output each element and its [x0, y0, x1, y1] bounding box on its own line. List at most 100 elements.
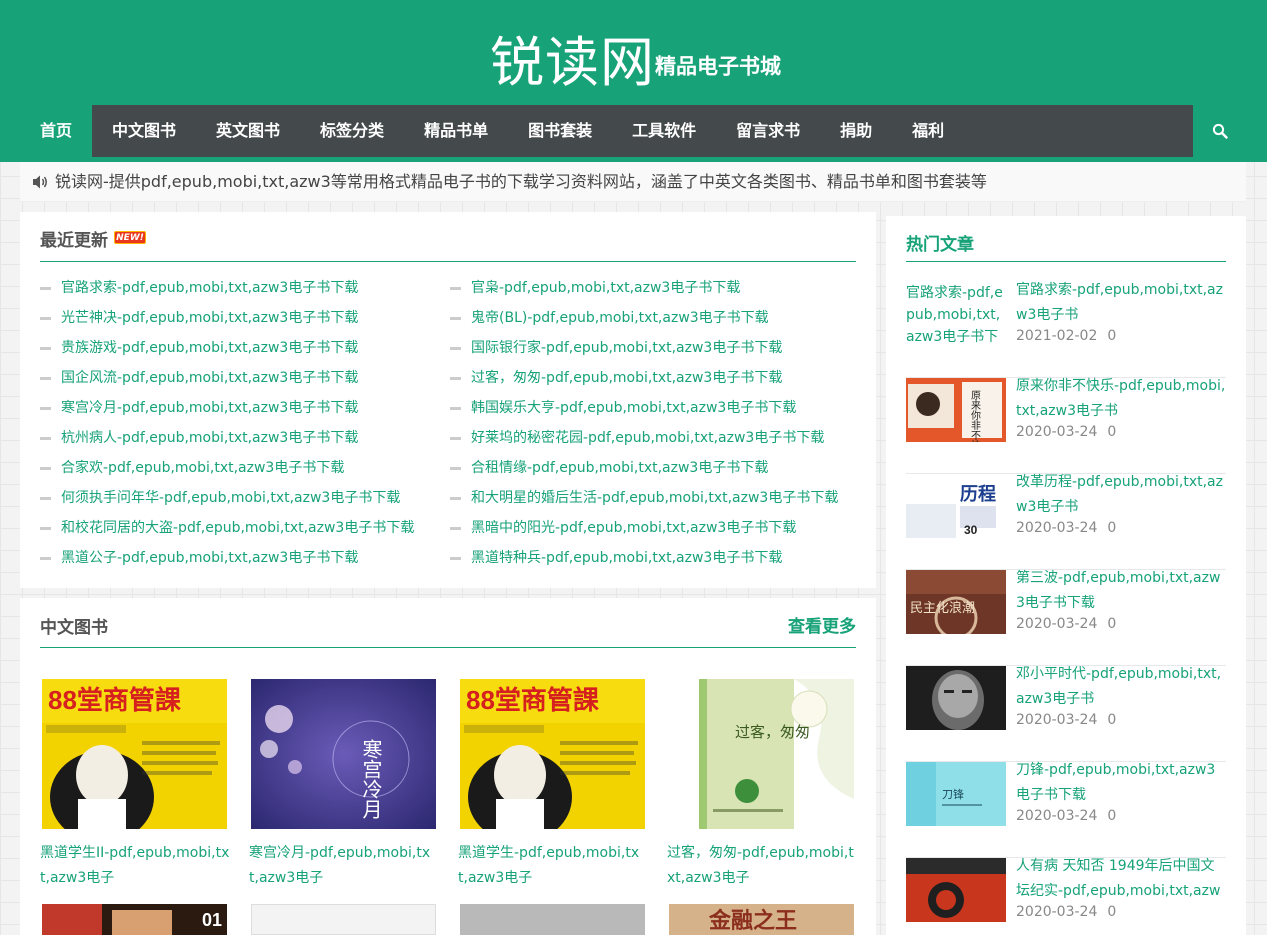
hot-article-date: 2020-03-24 [1016, 904, 1098, 920]
latest-item-link[interactable]: 杭州病人-pdf,epub,mobi,txt,azw3电子书下载 [61, 430, 358, 446]
latest-item-link[interactable]: 国际银行家-pdf,epub,mobi,txt,azw3电子书下载 [471, 340, 782, 356]
nav-item-tools[interactable]: 工具软件 [612, 105, 716, 157]
latest-item-link[interactable]: 何须执手问年华-pdf,epub,mobi,txt,azw3电子书下载 [61, 490, 400, 506]
book-cover-title: 过客，匆匆 [735, 723, 810, 741]
book-cover-title: 金融之王 [708, 908, 797, 934]
hot-article-item[interactable]: 原来你非不快乐 原来你非不快乐-pdf,epub,mobi,txt,azw3电子… [906, 378, 1226, 474]
latest-item-link[interactable]: 国企风流-pdf,epub,mobi,txt,azw3电子书下载 [61, 370, 358, 386]
latest-item-link[interactable]: 黑道特种兵-pdf,epub,mobi,txt,azw3电子书下载 [471, 550, 782, 566]
latest-item-link[interactable]: 鬼帝(BL)-pdf,epub,mobi,txt,azw3电子书下载 [471, 310, 769, 326]
list-bullet-dash [450, 497, 461, 500]
nav-item-tags[interactable]: 标签分类 [300, 105, 404, 157]
hot-article-item[interactable]: 邓小平时代-pdf,epub,mobi,txt,azw3电子书 2020-03-… [906, 666, 1226, 762]
hot-article-thumbnail[interactable]: 刀锋 [906, 762, 1006, 826]
hot-articles-title: 热门文章 [906, 235, 974, 255]
latest-list-item: 官路求索-pdf,epub,mobi,txt,azw3电子书下载 [40, 273, 450, 303]
book-cover[interactable] [251, 904, 436, 935]
latest-item-link[interactable]: 光芒神决-pdf,epub,mobi,txt,azw3电子书下载 [61, 310, 358, 326]
hot-article-title[interactable]: 人有病 天知否 1949年后中国文坛纪实-pdf,epub,mobi,txt,a… [1016, 854, 1228, 904]
hot-article-date: 2020-03-24 [1016, 520, 1098, 536]
latest-updates-panel: 最近更新 NEW! 官路求索-pdf,epub,mobi,txt,azw3电子书… [20, 212, 876, 588]
hot-article-count: 0 [1107, 616, 1117, 632]
hot-thumb-text: 原来你非不快乐 [969, 390, 981, 442]
nav-item-donate[interactable]: 捐助 [820, 105, 892, 157]
hot-article-item[interactable]: 历程 30 改革历程-pdf,epub,mobi,txt,azw3电子书 202… [906, 474, 1226, 570]
book-cover[interactable]: 01 [42, 904, 227, 935]
hot-article-thumbnail[interactable]: 历程 30 [906, 474, 1006, 538]
hot-article-title[interactable]: 官路求索-pdf,epub,mobi,txt,azw3电子书 [1016, 278, 1228, 328]
hot-articles-header: 热门文章 [906, 216, 1226, 262]
latest-item-link[interactable]: 韩国娱乐大亨-pdf,epub,mobi,txt,azw3电子书下载 [471, 400, 796, 416]
latest-list-item: 过客，匆匆-pdf,epub,mobi,txt,azw3电子书下载 [450, 363, 860, 393]
latest-item-link[interactable]: 合租情缘-pdf,epub,mobi,txt,azw3电子书下载 [471, 460, 768, 476]
hot-article-thumbnail[interactable]: 官路求索-pdf,epub,mobi,txt,azw3电子书下载 [906, 282, 1006, 346]
nav-item-welfare[interactable]: 福利 [892, 105, 964, 157]
hot-article-item[interactable]: 刀锋 刀锋-pdf,epub,mobi,txt,azw3电子书下载 2020-0… [906, 762, 1226, 858]
view-more-link[interactable]: 查看更多 [788, 612, 856, 637]
nav-item-booklists[interactable]: 精品书单 [404, 105, 508, 157]
hot-article-meta: 2020-03-24 0 [1016, 616, 1116, 632]
announcement-text: 锐读网-提供pdf,epub,mobi,txt,azw3等常用格式精品电子书的下… [55, 172, 987, 191]
hot-article-date: 2020-03-24 [1016, 424, 1098, 440]
book-cover[interactable]: 金融之王 [669, 904, 854, 935]
latest-list-item: 寒宫冷月-pdf,epub,mobi,txt,azw3电子书下载 [40, 393, 450, 423]
hot-article-title[interactable]: 原来你非不快乐-pdf,epub,mobi,txt,azw3电子书 [1016, 374, 1228, 424]
list-bullet-dash [450, 467, 461, 470]
latest-item-link[interactable]: 过客，匆匆-pdf,epub,mobi,txt,azw3电子书下载 [471, 370, 782, 386]
hot-article-count: 0 [1107, 328, 1117, 344]
latest-item-link[interactable]: 寒宫冷月-pdf,epub,mobi,txt,azw3电子书下载 [61, 400, 358, 416]
latest-item-link[interactable]: 合家欢-pdf,epub,mobi,txt,azw3电子书下载 [61, 460, 344, 476]
hot-article-item[interactable]: 民主化浪潮 第三波-pdf,epub,mobi,txt,azw3电子书下载 20… [906, 570, 1226, 666]
hot-article-thumbnail[interactable]: 原来你非不快乐 [906, 378, 1006, 442]
site-header: 锐读网精品电子书城 [0, 0, 1267, 105]
book-title[interactable]: 黑道学生II-pdf,epub,mobi,txt,azw3电子 [40, 841, 230, 891]
book-cover[interactable] [460, 904, 645, 935]
hot-article-thumbnail[interactable] [906, 666, 1006, 730]
latest-item-link[interactable]: 黑道公子-pdf,epub,mobi,txt,azw3电子书下载 [61, 550, 358, 566]
nav-item-home[interactable]: 首页 [20, 105, 93, 157]
hot-article-thumbnail[interactable]: 民主化浪潮 [906, 570, 1006, 634]
latest-list-item: 国企风流-pdf,epub,mobi,txt,azw3电子书下载 [40, 363, 450, 393]
hot-article-date: 2020-03-24 [1016, 808, 1098, 824]
nav-wrapper: 首页 中文图书 英文图书 标签分类 精品书单 图书套装 工具软件 留言求书 捐助… [0, 105, 1267, 162]
latest-item-link[interactable]: 好莱坞的秘密花园-pdf,epub,mobi,txt,azw3电子书下载 [471, 430, 824, 446]
book-title[interactable]: 黑道学生-pdf,epub,mobi,txt,azw3电子 [458, 841, 648, 891]
list-bullet-dash [40, 407, 51, 410]
latest-list-item: 和大明星的婚后生活-pdf,epub,mobi,txt,azw3电子书下载 [450, 483, 860, 513]
hot-article-item[interactable]: 人有病 天知否 1949年后中国文坛纪实-pdf,epub,mobi,txt,a… [906, 858, 1226, 935]
hot-article-title[interactable]: 改革历程-pdf,epub,mobi,txt,azw3电子书 [1016, 470, 1228, 520]
latest-item-link[interactable]: 和大明星的婚后生活-pdf,epub,mobi,txt,azw3电子书下载 [471, 490, 838, 506]
latest-item-link[interactable]: 和校花同居的大盗-pdf,epub,mobi,txt,azw3电子书下载 [61, 520, 414, 536]
book-cover-title: 寒宫冷月 [359, 739, 383, 819]
book-title[interactable]: 寒宫冷月-pdf,epub,mobi,txt,azw3电子 [249, 841, 439, 891]
new-badge: NEW! [114, 231, 146, 244]
list-bullet-dash [40, 527, 51, 530]
book-cover[interactable]: 过客，匆匆 [669, 679, 854, 829]
hot-article-title[interactable]: 邓小平时代-pdf,epub,mobi,txt,azw3电子书 [1016, 662, 1228, 712]
list-bullet-dash [450, 317, 461, 320]
hot-article-title[interactable]: 第三波-pdf,epub,mobi,txt,azw3电子书下载 [1016, 566, 1228, 616]
book-cover[interactable]: 88堂商管課 [460, 679, 645, 829]
nav-item-request[interactable]: 留言求书 [716, 105, 820, 157]
book-cover[interactable]: 88堂商管課 [42, 679, 227, 829]
hot-article-title[interactable]: 刀锋-pdf,epub,mobi,txt,azw3电子书下载 [1016, 758, 1228, 808]
nav-item-english-books[interactable]: 英文图书 [196, 105, 300, 157]
search-icon [1212, 123, 1228, 139]
hot-article-thumbnail[interactable] [906, 858, 1006, 922]
hot-article-item[interactable]: 官路求索-pdf,epub,mobi,txt,azw3电子书下载 官路求索-pd… [906, 282, 1226, 378]
book-cover[interactable]: 寒宫冷月 [251, 679, 436, 829]
nav-item-book-sets[interactable]: 图书套装 [508, 105, 612, 157]
latest-item-link[interactable]: 官路求索-pdf,epub,mobi,txt,azw3电子书下载 [61, 280, 358, 296]
hot-thumb-text: 刀锋 [942, 788, 964, 801]
book-title[interactable]: 过客，匆匆-pdf,epub,mobi,txt,azw3电子 [667, 841, 857, 891]
hot-article-meta: 2020-03-24 0 [1016, 904, 1116, 920]
site-logo[interactable]: 锐读网精品电子书城 [490, 18, 781, 97]
search-button[interactable] [1193, 105, 1246, 157]
latest-item-link[interactable]: 黑暗中的阳光-pdf,epub,mobi,txt,azw3电子书下载 [471, 520, 796, 536]
list-bullet-dash [450, 557, 461, 560]
nav-item-chinese-books[interactable]: 中文图书 [92, 105, 196, 157]
list-bullet-dash [40, 467, 51, 470]
latest-item-link[interactable]: 贵族游戏-pdf,epub,mobi,txt,azw3电子书下载 [61, 340, 358, 356]
latest-list-item: 黑道特种兵-pdf,epub,mobi,txt,azw3电子书下载 [450, 543, 860, 573]
latest-item-link[interactable]: 官枭-pdf,epub,mobi,txt,azw3电子书下载 [471, 280, 740, 296]
